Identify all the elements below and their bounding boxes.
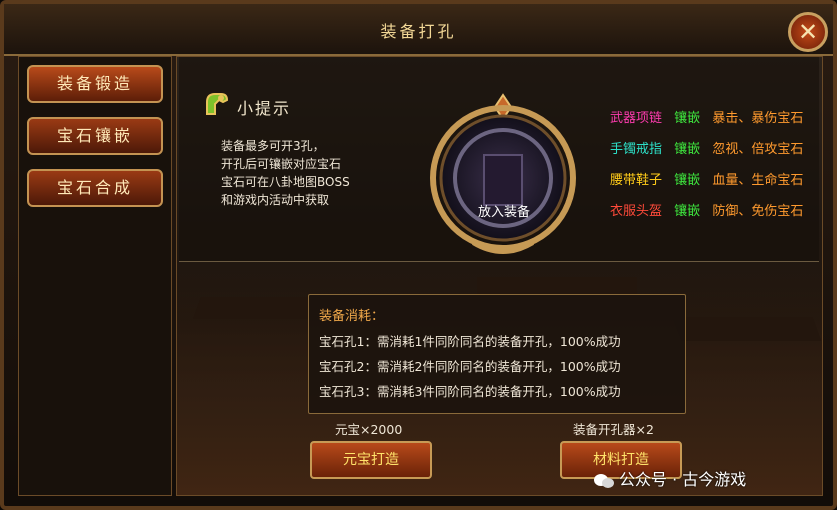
gem-rule-gems: 血量、生命宝石 [712,173,804,188]
tab-gem-inlay[interactable]: 宝石镶嵌 [27,117,163,155]
slot-label: 放入装备 [477,205,530,220]
gem-rule-verb: 镶嵌 [674,204,701,219]
close-button[interactable]: ✕ [788,12,828,52]
cost-line: 宝石孔1：需消耗1件同阶同名的装备开孔，100%成功 [319,334,621,349]
gold-forge-button[interactable]: 元宝打造 [310,441,432,479]
tab-gem-synthesis[interactable]: 宝石合成 [27,169,163,207]
gem-rule-verb: 镶嵌 [674,173,701,188]
gem-rule-row: 武器项链 镶嵌 暴击、暴伤宝石 [610,107,803,126]
tip-line: 和游戏内活动中获取 [221,193,330,207]
wechat-icon [594,473,614,488]
background-roof [192,297,322,319]
watermark: 公众号 · 古今游戏 [593,466,746,490]
cost-line: 宝石孔2：需消耗2件同阶同名的装备开孔，100%成功 [319,359,621,374]
gem-rule-gems: 暴击、暴伤宝石 [712,111,804,126]
gem-rule-gems: 忽视、倍攻宝石 [712,142,804,157]
tab-equipment-forge[interactable]: 装备锻造 [27,65,163,103]
cost-box: 装备消耗： 宝石孔1：需消耗1件同阶同名的装备开孔，100%成功 宝石孔2：需消… [308,294,686,414]
background-roof [477,277,637,295]
gem-rule-slot: 手镯戒指 [610,142,663,157]
tip-line: 开孔后可镶嵌对应宝石 [221,157,342,171]
gem-rule-row: 衣服头盔 镶嵌 防御、免伤宝石 [610,200,803,219]
gem-rule-row: 手镯戒指 镶嵌 忽视、倍攻宝石 [610,138,803,157]
gem-rule-slot: 腰带鞋子 [610,173,663,188]
gem-rule-gems: 防御、免伤宝石 [712,204,804,219]
tip-title: 小提示 [237,99,292,118]
gem-rule-slot: 衣服头盔 [610,204,663,219]
gem-rule-slot: 武器项链 [610,111,663,126]
background-roof [672,317,822,341]
gem-rule-row: 腰带鞋子 镶嵌 血量、生命宝石 [610,169,803,188]
watermark-text: 公众号 · 古今游戏 [619,470,747,489]
cost-line: 宝石孔3：需消耗3件同阶同名的装备开孔，100%成功 [319,384,621,399]
gem-rule-verb: 镶嵌 [674,111,701,126]
gold-price: 元宝×2000 [335,422,403,437]
armor-arm-icon [206,93,229,115]
sidebar: 装备锻造 宝石镶嵌 宝石合成 [18,56,172,496]
tip-line: 装备最多可开3孔， [221,139,325,153]
window-title: 装备打孔 [380,22,457,41]
title-bar: 装备打孔 ✕ [4,4,833,56]
tip-line: 宝石可在八卦地图BOSS [221,175,350,189]
material-price: 装备开孔器×2 [573,422,654,437]
main-panel: 小提示 装备最多可开3孔， 开孔后可镶嵌对应宝石 宝石可在八卦地图BOSS 和游… [176,56,823,496]
equipment-slot[interactable] [418,93,588,263]
info-panel: 小提示 装备最多可开3孔， 开孔后可镶嵌对应宝石 宝石可在八卦地图BOSS 和游… [179,57,819,262]
cost-title: 装备消耗： [319,309,385,324]
gem-rule-verb: 镶嵌 [674,142,701,157]
